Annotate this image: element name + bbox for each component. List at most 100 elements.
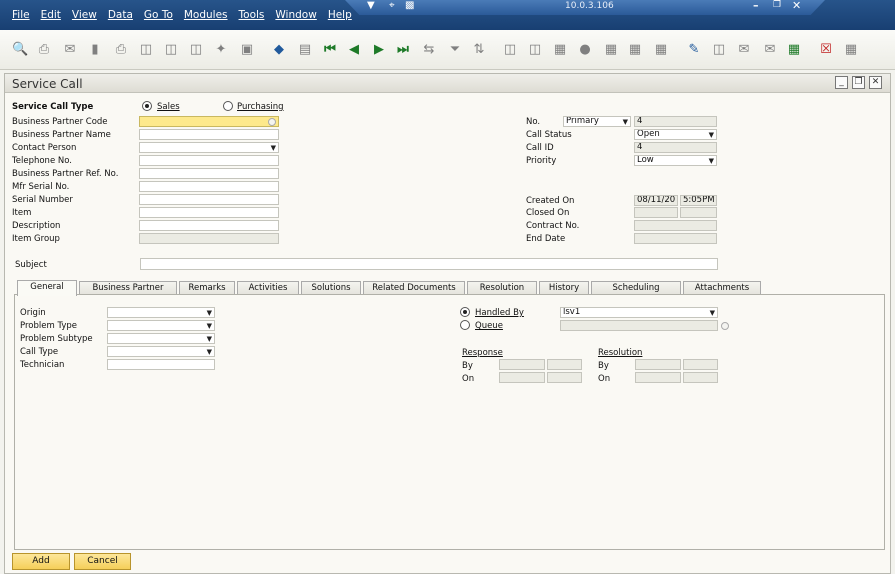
payment-means-icon[interactable]: ●	[578, 43, 592, 57]
handled-by-dropdown[interactable]: lsv1	[560, 307, 718, 318]
sms-icon[interactable]: ▮	[88, 43, 102, 57]
tab-attachments[interactable]: Attachments	[683, 281, 761, 295]
bp-code-lookup-icon[interactable]	[268, 118, 276, 126]
purchasing-radio[interactable]	[223, 101, 233, 111]
document-number-field[interactable]: 4	[634, 116, 717, 127]
tab-general[interactable]: General	[17, 280, 77, 296]
export-excel-icon[interactable]: ◫	[139, 43, 153, 57]
queue-field[interactable]	[560, 320, 718, 331]
closed-time-field[interactable]	[680, 207, 717, 218]
priority-dropdown[interactable]: Low	[634, 155, 717, 166]
business-partner-name-field[interactable]	[139, 129, 279, 140]
problem-subtype-dropdown[interactable]	[107, 333, 215, 344]
menu-go-to[interactable]: Go To	[144, 9, 173, 21]
created-time-field[interactable]: 5:05PM	[680, 195, 717, 206]
message-icon[interactable]: ✉	[737, 43, 751, 57]
response-by-date-field[interactable]	[499, 359, 545, 370]
resolution-by-date-field[interactable]	[635, 359, 681, 370]
add-button[interactable]: Add	[12, 553, 70, 570]
approval-icon[interactable]: ☒	[819, 43, 833, 57]
restore-window-button[interactable]: ❐	[852, 76, 865, 89]
menu-help[interactable]: Help	[328, 9, 352, 21]
alert-icon[interactable]: ✉	[763, 43, 777, 57]
handled-by-radio[interactable]	[460, 307, 470, 317]
previous-record-icon[interactable]: ◀	[347, 43, 361, 57]
queue-radio[interactable]	[460, 320, 470, 330]
problem-type-dropdown[interactable]	[107, 320, 215, 331]
tab-activities[interactable]: Activities	[237, 281, 299, 295]
document-generation-icon[interactable]: ▦	[654, 43, 668, 57]
response-on-time-field[interactable]	[547, 372, 582, 383]
menu-file[interactable]: File	[12, 9, 30, 21]
form-settings-icon[interactable]: ◫	[712, 43, 726, 57]
item-field[interactable]	[139, 207, 279, 218]
menu-edit[interactable]: Edit	[41, 9, 61, 21]
print-icon[interactable]: ⎙	[37, 43, 51, 57]
technician-field[interactable]	[107, 359, 215, 370]
contact-person-field[interactable]	[139, 142, 279, 153]
description-field[interactable]	[139, 220, 279, 231]
base-document-icon[interactable]: ◫	[503, 43, 517, 57]
response-on-date-field[interactable]	[499, 372, 545, 383]
sales-radio[interactable]	[142, 101, 152, 111]
fax-icon[interactable]: ⎙	[114, 43, 128, 57]
launch-application-icon[interactable]: ✦	[214, 43, 228, 57]
queue-lookup-icon[interactable]	[721, 322, 729, 330]
tab-remarks[interactable]: Remarks	[179, 281, 235, 295]
close-app-icon[interactable]: ▦	[844, 43, 858, 57]
next-record-icon[interactable]: ▶	[372, 43, 386, 57]
series-dropdown[interactable]: Primary	[563, 116, 631, 127]
restore-session-icon[interactable]: ❐	[773, 0, 781, 10]
lock-screen-icon[interactable]: ▣	[240, 43, 254, 57]
minimize-window-button[interactable]: _	[835, 76, 848, 89]
email-icon[interactable]: ✉	[63, 43, 77, 57]
add-icon[interactable]: ▤	[298, 43, 312, 57]
subject-field[interactable]	[140, 258, 718, 270]
tab-resolution[interactable]: Resolution	[467, 281, 537, 295]
tab-history[interactable]: History	[539, 281, 589, 295]
calendar-icon[interactable]: ▦	[787, 43, 801, 57]
call-id-field[interactable]: 4	[634, 142, 717, 153]
item-group-field[interactable]	[139, 233, 279, 244]
tab-scheduling[interactable]: Scheduling	[591, 281, 681, 295]
close-window-button[interactable]: ✕	[869, 76, 882, 89]
user-define-icon[interactable]: ✎	[687, 43, 701, 57]
journal-voucher-icon[interactable]: ▦	[628, 43, 642, 57]
export-word-icon[interactable]: ◫	[164, 43, 178, 57]
menu-data[interactable]: Data	[108, 9, 133, 21]
volume-weight-icon[interactable]: ▦	[604, 43, 618, 57]
menu-tools[interactable]: Tools	[239, 9, 265, 21]
tab-related-documents[interactable]: Related Documents	[363, 281, 465, 295]
gross-profit-icon[interactable]: ▦	[553, 43, 567, 57]
resolution-on-time-field[interactable]	[683, 372, 718, 383]
resolution-on-date-field[interactable]	[635, 372, 681, 383]
serial-number-field[interactable]	[139, 194, 279, 205]
target-document-icon[interactable]: ◫	[528, 43, 542, 57]
minimize-session-icon[interactable]: –	[753, 0, 759, 12]
first-record-icon[interactable]: ⏮	[323, 43, 337, 57]
export-pdf-icon[interactable]: ◫	[189, 43, 203, 57]
mfr-serial-no-field[interactable]	[139, 181, 279, 192]
business-partner-code-field[interactable]	[139, 116, 279, 127]
cancel-button[interactable]: Cancel	[74, 553, 131, 570]
response-by-time-field[interactable]	[547, 359, 582, 370]
call-type-dropdown[interactable]	[107, 346, 215, 357]
find-icon[interactable]: ◆	[272, 43, 286, 57]
business-partner-ref-no-field[interactable]	[139, 168, 279, 179]
created-date-field[interactable]: 08/11/20	[634, 195, 678, 206]
sort-icon[interactable]: ⇅	[472, 43, 486, 57]
end-date-field[interactable]	[634, 233, 717, 244]
last-record-icon[interactable]: ⏭	[396, 43, 410, 57]
menu-window[interactable]: Window	[275, 9, 316, 21]
resolution-by-time-field[interactable]	[683, 359, 718, 370]
menu-modules[interactable]: Modules	[184, 9, 228, 21]
refresh-icon[interactable]: ⇆	[422, 43, 436, 57]
menu-view[interactable]: View	[72, 9, 97, 21]
origin-dropdown[interactable]	[107, 307, 215, 318]
print-preview-icon[interactable]: 🔍	[12, 43, 28, 57]
closed-date-field[interactable]	[634, 207, 678, 218]
call-status-dropdown[interactable]: Open	[634, 129, 717, 140]
pin-icon[interactable]: ▼	[367, 0, 375, 11]
tab-solutions[interactable]: Solutions	[301, 281, 361, 295]
contract-no-field[interactable]	[634, 220, 717, 231]
